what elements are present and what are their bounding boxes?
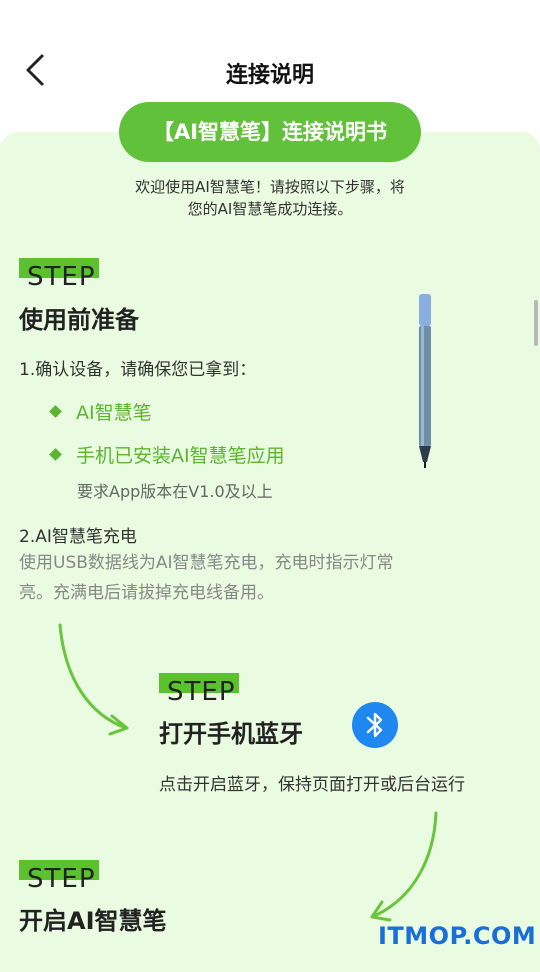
- curved-arrow-icon: [370, 811, 438, 922]
- manual-banner: 【AI智慧笔】连接说明书: [119, 102, 421, 162]
- step-2-title: 打开手机蓝牙: [159, 720, 303, 748]
- intro-line-1: 欢迎使用AI智慧笔！请按照以下步骤，将: [135, 178, 405, 196]
- step-1-item-1: 1.确认设备，请确保您已拿到：: [19, 360, 257, 380]
- diamond-bullet-icon: [49, 405, 62, 418]
- bullet-item: AI智慧笔: [49, 398, 152, 425]
- scrollbar[interactable]: [534, 300, 538, 346]
- watermark: ITMOP.COM: [378, 922, 537, 950]
- intro-text: 欢迎使用AI智慧笔！请按照以下步骤，将 您的AI智慧笔成功连接。: [100, 176, 440, 220]
- step-tag-label: STEP: [167, 677, 236, 707]
- bluetooth-icon: [366, 712, 383, 738]
- curved-arrow-icon: [58, 623, 129, 736]
- step-3-title: 开启AI智慧笔: [19, 907, 167, 935]
- step-2-description: 点击开启蓝牙，保持页面打开或后台运行: [159, 775, 465, 795]
- step-1-title: 使用前准备: [19, 306, 139, 334]
- bullet-item: 手机已安装AI智慧笔应用: [49, 441, 285, 468]
- version-note: 要求App版本在V1.0及以上: [77, 482, 273, 501]
- diamond-bullet-icon: [49, 448, 62, 461]
- bluetooth-button[interactable]: [352, 702, 398, 748]
- charging-description: 使用USB数据线为AI智慧笔充电，充电时指示灯常 亮。充满电后请拔掉充电线备用。: [19, 553, 394, 603]
- intro-line-2: 您的AI智慧笔成功连接。: [187, 200, 353, 218]
- step-tag-label: STEP: [27, 864, 96, 894]
- step-1-item-2: 2.AI智慧笔充电: [19, 527, 137, 547]
- page-title: 连接说明: [225, 63, 314, 88]
- step-tag-label: STEP: [27, 262, 96, 292]
- pen-illustration: [419, 294, 431, 468]
